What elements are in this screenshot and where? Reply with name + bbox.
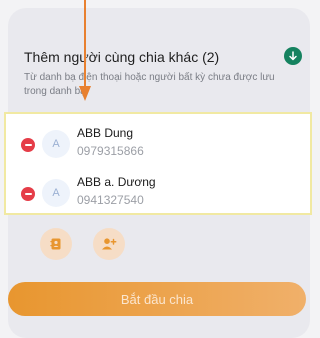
remove-contact-button[interactable]	[21, 138, 35, 152]
add-user-icon	[102, 238, 117, 250]
contacts-book-icon	[50, 238, 61, 250]
remove-contact-button[interactable]	[21, 187, 35, 201]
pointer-arrow	[79, 0, 91, 101]
avatar: A	[42, 130, 70, 158]
minus-circle-icon	[24, 193, 32, 195]
contacts-book-button[interactable]	[40, 228, 72, 260]
contact-name: ABB a. Dương	[77, 175, 156, 189]
avatar: A	[42, 179, 70, 207]
chevron-down-icon	[289, 51, 297, 61]
minus-circle-icon	[24, 144, 32, 146]
expand-button[interactable]	[284, 47, 302, 65]
section-title: Thêm người cùng chia khác (2)	[24, 49, 220, 65]
contact-phone: 0941327540	[77, 193, 144, 207]
add-user-button[interactable]	[93, 228, 125, 260]
start-split-button[interactable]: Bắt đầu chia	[8, 282, 306, 316]
contact-name: ABB Dung	[77, 126, 134, 140]
contact-phone: 0979315866	[77, 144, 144, 158]
contact-row: A ABB a. Dương 0941327540	[6, 168, 310, 216]
contact-list: A ABB Dung 0979315866 A ABB a. Dương 094…	[4, 112, 312, 215]
contact-row: A ABB Dung 0979315866	[6, 119, 310, 167]
section-description: Từ danh bạ điện thoại hoặc người bất kỳ …	[24, 72, 275, 97]
